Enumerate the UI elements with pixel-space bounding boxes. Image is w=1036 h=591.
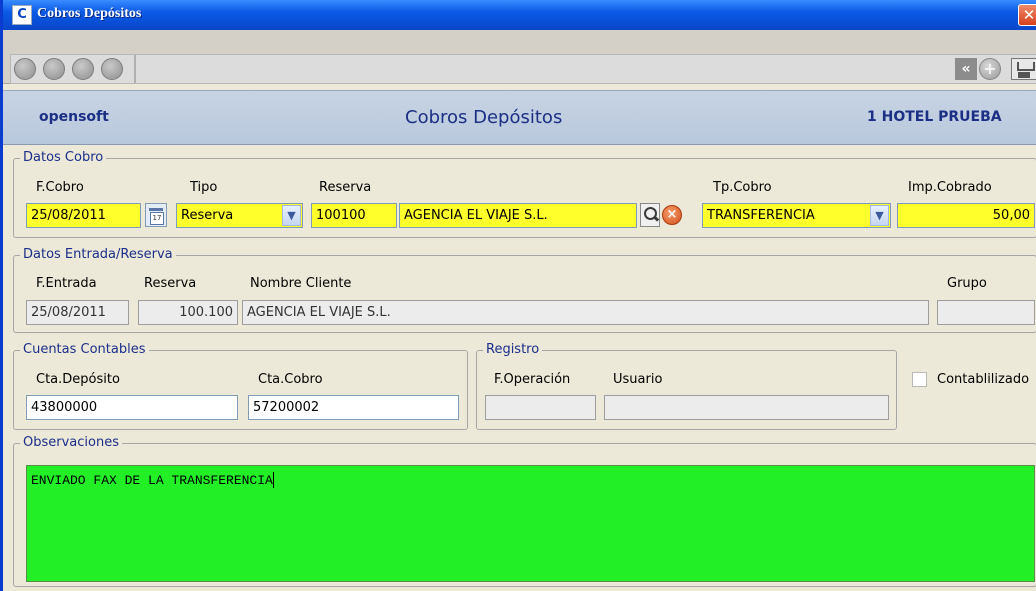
cobros-depositos-window: C Cobros Depósitos ✕ « + opensoft Cobros… bbox=[0, 0, 1036, 591]
imp-cobrado-label: Imp.Cobrado bbox=[908, 180, 992, 195]
reserva-label: Reserva bbox=[319, 180, 372, 195]
cta-deposito-label: Cta.Depósito bbox=[36, 372, 120, 387]
observaciones-textarea[interactable]: ENVIADO FAX DE LA TRANSFERENCIA bbox=[26, 465, 1035, 582]
cta-cobro-label: Cta.Cobro bbox=[258, 372, 323, 387]
entrada-reserva-field: 100.100 bbox=[138, 300, 238, 325]
search-icon[interactable] bbox=[640, 203, 660, 227]
title-bar[interactable]: C Cobros Depósitos ✕ bbox=[3, 0, 1036, 30]
f-cobro-input[interactable]: 25/08/2011 bbox=[26, 203, 141, 228]
toolbar-separator bbox=[134, 55, 136, 83]
calendar-icon[interactable] bbox=[145, 203, 167, 227]
tipo-label: Tipo bbox=[190, 180, 218, 195]
tipo-select-value: Reserva bbox=[181, 208, 234, 223]
page-header: opensoft Cobros Depósitos 1 HOTEL PRUEBA bbox=[3, 90, 1036, 145]
tp-cobro-select-value: TRANSFERENCIA bbox=[707, 208, 815, 223]
f-operacion-field bbox=[485, 395, 596, 420]
f-entrada-field: 25/08/2011 bbox=[26, 300, 129, 325]
cta-deposito-input[interactable]: 43800000 bbox=[26, 395, 238, 420]
window-title: Cobros Depósitos bbox=[37, 6, 142, 21]
cliente-field: AGENCIA EL VIAJE S.L. bbox=[399, 203, 637, 228]
toolbar-strip: « + bbox=[10, 54, 1036, 84]
reserva-input[interactable]: 100100 bbox=[311, 203, 397, 228]
datos-cobro-legend: Datos Cobro bbox=[20, 150, 107, 166]
importe-input[interactable]: 50,00 bbox=[897, 203, 1035, 228]
observaciones-text: ENVIADO FAX DE LA TRANSFERENCIA bbox=[31, 473, 273, 488]
usuario-field bbox=[604, 395, 889, 420]
clear-icon[interactable]: × bbox=[662, 205, 682, 225]
usuario-label: Usuario bbox=[613, 372, 663, 387]
previous-record-icon[interactable] bbox=[43, 58, 65, 80]
nombre-cliente-field: AGENCIA EL VIAJE S.L. bbox=[242, 300, 929, 325]
entrada-reserva-label: Reserva bbox=[144, 276, 197, 291]
f-operacion-label: F.Operación bbox=[494, 372, 571, 387]
hotel-name: 1 HOTEL PRUEBA bbox=[867, 109, 1002, 125]
contabilizado-label: Contablilizado bbox=[937, 372, 1030, 387]
page-title: Cobros Depósitos bbox=[405, 107, 563, 128]
app-icon: C bbox=[12, 5, 32, 25]
f-entrada-label: F.Entrada bbox=[36, 276, 97, 291]
registro-legend: Registro bbox=[483, 342, 543, 358]
first-record-icon[interactable] bbox=[14, 58, 36, 80]
collapse-icon[interactable]: « bbox=[955, 58, 977, 80]
add-record-icon[interactable]: + bbox=[979, 58, 1001, 80]
contabilizado-checkbox[interactable] bbox=[912, 372, 927, 387]
close-button[interactable]: ✕ bbox=[1018, 4, 1036, 26]
f-cobro-label: F.Cobro bbox=[36, 180, 84, 195]
cuentas-contables-legend: Cuentas Contables bbox=[20, 342, 149, 358]
text-caret bbox=[272, 472, 274, 488]
tp-cobro-select[interactable]: TRANSFERENCIA ▼ bbox=[702, 203, 891, 228]
last-record-icon[interactable] bbox=[101, 58, 123, 80]
grupo-field bbox=[937, 300, 1035, 325]
next-record-icon[interactable] bbox=[72, 58, 94, 80]
grupo-label: Grupo bbox=[947, 276, 987, 291]
save-icon[interactable] bbox=[1011, 58, 1036, 80]
tipo-select[interactable]: Reserva ▼ bbox=[176, 203, 303, 228]
brand-label: opensoft bbox=[39, 109, 109, 125]
chevron-down-icon[interactable]: ▼ bbox=[282, 205, 301, 226]
chevron-down-icon[interactable]: ▼ bbox=[870, 205, 889, 226]
datos-entrada-legend: Datos Entrada/Reserva bbox=[20, 247, 176, 263]
nombre-cliente-label: Nombre Cliente bbox=[250, 276, 352, 291]
tp-cobro-label: Tp.Cobro bbox=[713, 180, 772, 195]
cta-cobro-input[interactable]: 57200002 bbox=[248, 395, 459, 420]
toolbar: « + bbox=[3, 30, 1036, 84]
observaciones-legend: Observaciones bbox=[20, 435, 122, 451]
